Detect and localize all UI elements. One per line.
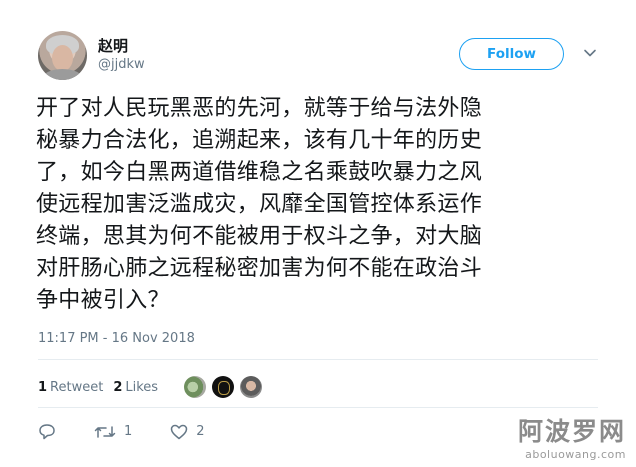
like-count: 2: [196, 424, 205, 439]
tweet-text-line: 开了对人民玩黑恶的先河，就等于给与法外隐: [36, 96, 483, 121]
watermark: 阿波罗网 aboluowang.com: [518, 412, 626, 461]
tweet-actions: 1 2: [38, 423, 243, 440]
likes-stat-count: 2: [113, 379, 123, 395]
tweet-text-line: 了，如今白黑两道借维稳之名乘鼓吹暴力之风: [36, 160, 483, 185]
display-name[interactable]: 赵明: [98, 35, 128, 56]
divider: [38, 407, 598, 408]
tweet-timestamp[interactable]: 11:17 PM - 16 Nov 2018: [38, 331, 195, 346]
retweet-count: 1: [124, 424, 133, 439]
liker-avatar[interactable]: [184, 376, 207, 398]
watermark-url: aboluowang.com: [525, 448, 626, 461]
tweet-stats: 1 Retweet 2 Likes: [38, 376, 268, 398]
retweet-button[interactable]: 1: [94, 424, 132, 440]
avatar-shirt: [42, 69, 83, 80]
heart-icon: [171, 424, 188, 439]
liker-avatars: [184, 376, 268, 398]
reply-button[interactable]: [38, 423, 56, 440]
likes-stat[interactable]: 2 Likes: [113, 380, 158, 395]
tweet-text-line: 争中被引入？: [36, 288, 170, 313]
tweet-text: 开了对人民玩黑恶的先河，就等于给与法外隐 秘暴力合法化，追溯起来，该有几十年的历…: [36, 93, 616, 317]
avatar-face: [52, 45, 73, 71]
retweet-stat-count: 1: [38, 379, 48, 395]
avatar[interactable]: [38, 31, 87, 80]
retweet-stat[interactable]: 1 Retweet: [38, 380, 103, 395]
tweet-text-line: 终端，思其为何不能被用于权斗之争，对大脑: [36, 224, 483, 249]
retweet-icon: [94, 425, 116, 438]
follow-button[interactable]: Follow: [459, 38, 564, 70]
like-button[interactable]: 2: [170, 424, 205, 440]
user-handle[interactable]: @jjdkw: [98, 57, 145, 72]
liker-avatar[interactable]: [212, 376, 235, 398]
tweet-card: 赵明 @jjdkw Follow 开了对人民玩黑恶的先河，就等于给与法外隐 秘暴…: [0, 0, 636, 467]
watermark-title: 阿波罗网: [517, 417, 626, 446]
chevron-down-icon[interactable]: [583, 46, 597, 60]
reply-icon: [39, 424, 55, 440]
retweet-stat-label: Retweet: [50, 379, 104, 395]
tweet-text-line: 对肝肠心肺之远程秘密加害为何不能在政治斗: [36, 256, 483, 281]
liker-avatar[interactable]: [240, 376, 263, 398]
tweet-text-line: 秘暴力合法化，追溯起来，该有几十年的历史: [36, 128, 483, 153]
divider: [38, 359, 598, 360]
tweet-text-line: 使远程加害泛滥成灾，风靡全国管控体系运作: [36, 192, 483, 217]
likes-stat-label: Likes: [125, 379, 159, 395]
